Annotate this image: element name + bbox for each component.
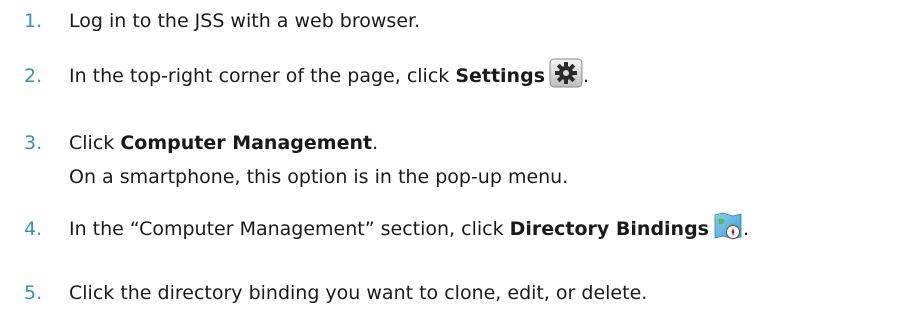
- step-number: 5.: [24, 282, 43, 304]
- step-5: 5. Click the directory binding you want …: [0, 275, 921, 311]
- step-text: Log in to the JSS with a web browser.: [69, 10, 421, 32]
- step-text-before: Click: [69, 132, 121, 154]
- step-4: 4. In the “Computer Management” section,…: [0, 211, 921, 247]
- step-number: 3.: [24, 132, 43, 154]
- directory-bindings-label: Directory Bindings: [509, 218, 709, 240]
- step-number: 2.: [24, 65, 43, 87]
- step-text-after: .: [583, 65, 590, 87]
- computer-management-label: Computer Management: [120, 132, 373, 154]
- step-text: Click the directory binding you want to …: [69, 282, 648, 304]
- step-text: In the top-right corner of the page, cli…: [69, 58, 589, 94]
- step-3: 3. Click Computer Management.: [0, 125, 921, 161]
- gear-icon: [549, 58, 583, 88]
- step-number: 4.: [24, 218, 43, 240]
- step-text: Click Computer Management.: [69, 125, 378, 161]
- instruction-steps: 1. Log in to the JSS with a web browser.…: [0, 0, 921, 316]
- step-2: 2. In the top-right corner of the page, …: [0, 58, 921, 94]
- step-text-after: .: [372, 132, 379, 154]
- step-text: In the “Computer Management” section, cl…: [69, 211, 749, 247]
- step-text-before: In the “Computer Management” section, cl…: [69, 218, 510, 240]
- step-number: 1.: [24, 10, 43, 32]
- directory-bindings-icon: [713, 211, 743, 241]
- step-1: 1. Log in to the JSS with a web browser.: [0, 3, 921, 39]
- step-3-note: On a smartphone, this option is in the p…: [69, 166, 569, 188]
- step-text-after: .: [743, 218, 750, 240]
- step-text-before: In the top-right corner of the page, cli…: [69, 65, 456, 87]
- settings-label: Settings: [455, 65, 545, 87]
